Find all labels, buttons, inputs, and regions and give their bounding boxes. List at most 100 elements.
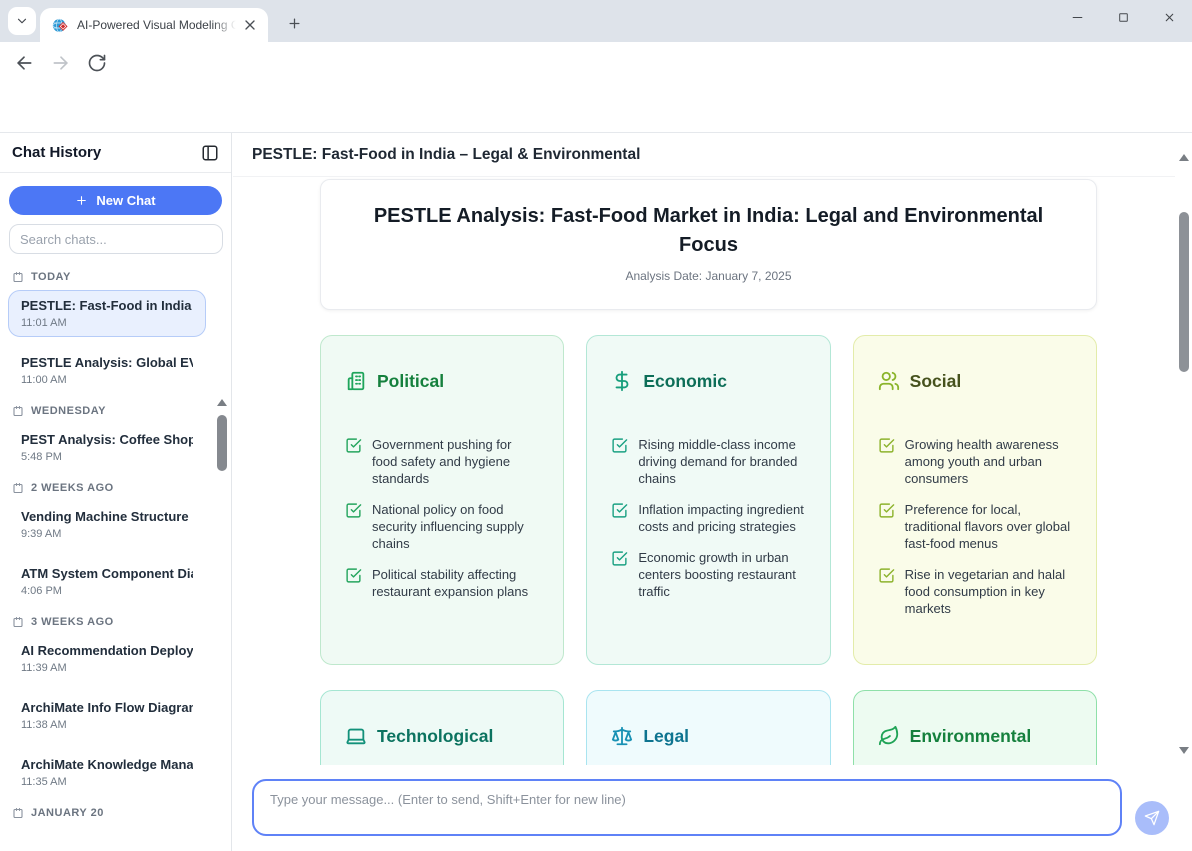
pestle-card: Environmental <box>853 690 1097 765</box>
chat-item-title: PESTLE: Fast-Food in India – ... <box>21 297 193 314</box>
chat-history-item[interactable]: ATM System Component Dia... 4:06 PM <box>8 558 206 605</box>
analysis-title-card: PESTLE Analysis: Fast-Food Market in Ind… <box>320 179 1097 310</box>
chat-history-list: TODAY PESTLE: Fast-Food in India – ... 1… <box>0 262 232 851</box>
checkbox-check-icon <box>878 502 895 519</box>
chat-item-time: 11:00 AM <box>21 373 193 387</box>
card-title: Economic <box>643 371 727 392</box>
browser-tab[interactable]: AI-Powered Visual Modeling Ch <box>40 8 268 42</box>
group-items: Vending Machine Structure 9:39 AM ATM Sy… <box>8 501 206 605</box>
scrollbar-thumb[interactable] <box>1179 212 1189 372</box>
chat-item-title: PESTLE Analysis: Global EV In... <box>21 354 193 371</box>
new-chat-label: New Chat <box>96 193 155 208</box>
chat-item-title: PEST Analysis: Coffee Shop S... <box>21 431 193 448</box>
tab-search-button[interactable] <box>8 7 36 35</box>
maximize-button[interactable] <box>1100 0 1146 34</box>
group-label: TODAY <box>31 271 71 283</box>
group-label-row: TODAY <box>12 270 202 284</box>
calendar-icon <box>12 616 24 628</box>
card-heading: Economic <box>611 370 805 392</box>
laptop-icon <box>345 725 367 747</box>
search-input[interactable] <box>9 224 223 254</box>
tab-close-icon[interactable] <box>242 17 258 33</box>
checkbox-check-icon <box>345 567 362 584</box>
tab-title: AI-Powered Visual Modeling Ch <box>77 18 236 32</box>
pestle-card: Social Growing health awareness among yo… <box>853 335 1097 665</box>
send-button[interactable] <box>1135 801 1169 835</box>
group-label-row: 3 WEEKS AGO <box>12 615 202 629</box>
checkbox-check-icon <box>611 437 628 454</box>
chat-title: PESTLE: Fast-Food in India – Legal & Env… <box>233 133 1192 177</box>
scrollbar-thumb[interactable] <box>217 415 227 471</box>
chat-history-item[interactable]: ArchiMate Knowledge Mana... 11:35 AM <box>8 749 206 796</box>
card-title: Legal <box>643 726 689 747</box>
checkbox-check-icon <box>878 437 895 454</box>
forward-button[interactable] <box>51 53 71 73</box>
card-items: Growing health awareness among youth and… <box>878 436 1072 617</box>
visual-paradigm-favicon <box>52 17 69 34</box>
chat-item-title: AI Recommendation Deploy... <box>21 642 193 659</box>
group-label-row: JANUARY 20 <box>12 806 202 820</box>
checkbox-check-icon <box>345 502 362 519</box>
new-chat-button[interactable]: New Chat <box>9 186 222 215</box>
message-input[interactable] <box>252 779 1122 836</box>
group-items: PEST Analysis: Coffee Shop S... 5:48 PM <box>8 424 206 471</box>
chat-history-group: 3 WEEKS AGO AI Recommendation Deploy... … <box>8 615 206 796</box>
browser-window: AI-Powered Visual Modeling Ch ai-toolbox… <box>0 0 1192 851</box>
back-button[interactable] <box>14 53 34 73</box>
close-button[interactable] <box>1146 0 1192 34</box>
assistant-message: PESTLE Analysis: Fast-Food Market in Ind… <box>320 179 1097 765</box>
calendar-icon <box>12 482 24 494</box>
card-item-text: National policy on food security influen… <box>372 501 539 552</box>
chat-history-group: JANUARY 20 <box>8 806 206 820</box>
card-item-text: Growing health awareness among youth and… <box>905 436 1072 487</box>
reload-button[interactable] <box>87 53 107 73</box>
card-item-text: Government pushing for food safety and h… <box>372 436 539 487</box>
new-tab-button[interactable] <box>280 9 308 37</box>
checkbox-check-icon <box>878 567 895 584</box>
chat-item-time: 11:39 AM <box>21 661 193 675</box>
chat-scroll-area: PESTLE Analysis: Fast-Food Market in Ind… <box>233 177 1192 765</box>
chat-history-item[interactable]: PESTLE Analysis: Global EV In... 11:00 A… <box>8 347 206 394</box>
card-item: Inflation impacting ingredient costs and… <box>611 501 805 535</box>
chat-item-time: 4:06 PM <box>21 584 193 598</box>
group-label-row: WEDNESDAY <box>12 404 202 418</box>
card-item-text: Preference for local, traditional flavor… <box>905 501 1072 552</box>
calendar-icon <box>12 807 24 819</box>
pestle-card: Economic Rising middle-class income driv… <box>586 335 830 665</box>
card-item: Growing health awareness among youth and… <box>878 436 1072 487</box>
card-item: Preference for local, traditional flavor… <box>878 501 1072 552</box>
group-label: JANUARY 20 <box>31 807 104 819</box>
card-title: Political <box>377 371 444 392</box>
main-scrollbar[interactable] <box>1175 150 1192 764</box>
chat-history-item[interactable]: ArchiMate Info Flow Diagram 11:38 AM <box>8 692 206 739</box>
chat-history-group: 2 WEEKS AGO Vending Machine Structure 9:… <box>8 481 206 605</box>
maximize-icon <box>1117 11 1130 24</box>
chat-item-time: 5:48 PM <box>21 450 193 464</box>
chat-item-title: ArchiMate Knowledge Mana... <box>21 756 193 773</box>
group-label: WEDNESDAY <box>31 405 106 417</box>
chat-history-item[interactable]: PEST Analysis: Coffee Shop S... 5:48 PM <box>8 424 206 471</box>
sidebar-scrollbar[interactable] <box>213 395 231 851</box>
group-items: AI Recommendation Deploy... 11:39 AM Arc… <box>8 635 206 796</box>
card-heading: Environmental <box>878 725 1072 747</box>
chat-history-item[interactable]: Vending Machine Structure 9:39 AM <box>8 501 206 548</box>
scroll-up-arrow[interactable] <box>217 399 227 406</box>
chat-history-item[interactable]: PESTLE: Fast-Food in India – ... 11:01 A… <box>8 290 206 337</box>
card-item: Government pushing for food safety and h… <box>345 436 539 487</box>
collapse-sidebar-icon[interactable] <box>201 144 219 162</box>
chat-item-title: ATM System Component Dia... <box>21 565 193 582</box>
scroll-down-arrow[interactable] <box>1179 747 1189 754</box>
card-items: Rising middle-class income driving deman… <box>611 436 805 600</box>
checkbox-check-icon <box>611 550 628 567</box>
chat-history-item[interactable]: AI Recommendation Deploy... 11:39 AM <box>8 635 206 682</box>
card-item: Rising middle-class income driving deman… <box>611 436 805 487</box>
leaf-icon <box>878 725 900 747</box>
scroll-up-arrow[interactable] <box>1179 154 1189 161</box>
minimize-button[interactable] <box>1054 0 1100 34</box>
close-icon <box>1163 11 1176 24</box>
analysis-date: Analysis Date: January 7, 2025 <box>359 269 1058 283</box>
card-heading: Social <box>878 370 1072 392</box>
checkbox-check-icon <box>611 502 628 519</box>
chevron-down-icon <box>15 14 29 28</box>
send-icon <box>1144 810 1160 826</box>
